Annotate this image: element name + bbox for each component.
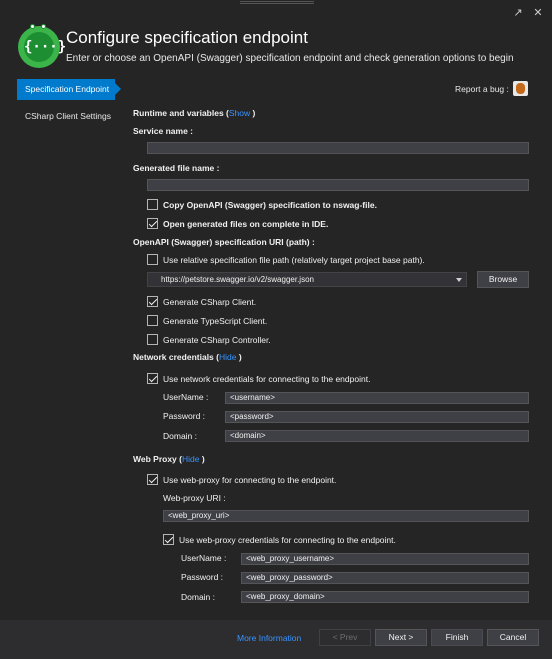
web-proxy-uri-input[interactable]: <web_proxy_uri> — [163, 510, 529, 522]
copy-spec-label: Copy OpenAPI (Swagger) specification to … — [163, 200, 377, 210]
proxy-password-label: Password : — [181, 572, 224, 582]
proxy-username-input[interactable]: <web_proxy_username> — [241, 553, 529, 565]
wizard-footer: More Information < Prev Next > Finish Ca… — [0, 620, 552, 659]
page-subtitle: Enter or choose an OpenAPI (Swagger) spe… — [66, 53, 514, 64]
generate-typescript-client-checkbox[interactable] — [147, 315, 158, 326]
nav-item-csharp-client-settings[interactable]: CSharp Client Settings — [25, 111, 111, 121]
use-proxy-credentials-checkbox[interactable] — [163, 534, 174, 545]
use-web-proxy-label: Use web-proxy for connecting to the endp… — [163, 475, 337, 485]
spec-uri-value: https://petstore.swagger.io/v2/swagger.j… — [161, 275, 314, 284]
web-proxy-heading: Web Proxy (Hide ) — [133, 454, 205, 464]
next-button[interactable]: Next > — [375, 629, 427, 646]
runtime-show-link[interactable]: Show — [229, 108, 250, 118]
use-proxy-credentials-label: Use web-proxy credentials for connecting… — [179, 535, 396, 545]
network-password-label: Password : — [163, 411, 206, 421]
network-domain-input[interactable]: <domain> — [225, 430, 529, 442]
copy-spec-checkbox[interactable] — [147, 199, 158, 210]
service-name-label: Service name : — [133, 126, 194, 136]
bug-icon[interactable] — [513, 81, 528, 96]
generate-csharp-client-checkbox[interactable] — [147, 296, 158, 307]
generated-file-name-label: Generated file name : — [133, 163, 220, 173]
open-generated-checkbox[interactable] — [147, 218, 158, 229]
generate-typescript-client-label: Generate TypeScript Client. — [163, 316, 268, 326]
generate-csharp-controller-checkbox[interactable] — [147, 334, 158, 345]
spec-uri-heading: OpenAPI (Swagger) specification URI (pat… — [133, 237, 315, 247]
prev-button[interactable]: < Prev — [319, 629, 371, 646]
network-credentials-heading: Network credentials (Hide ) — [133, 352, 242, 362]
use-web-proxy-checkbox[interactable] — [147, 474, 158, 485]
network-password-input[interactable]: <password> — [225, 411, 529, 423]
spec-uri-combobox[interactable]: https://petstore.swagger.io/v2/swagger.j… — [147, 272, 467, 287]
report-bug-label: Report a bug : — [455, 84, 509, 94]
use-network-credentials-checkbox[interactable] — [147, 373, 158, 384]
proxy-hide-link[interactable]: Hide — [182, 454, 199, 464]
open-generated-label: Open generated files on complete in IDE. — [163, 219, 329, 229]
more-information-link[interactable]: More Information — [237, 633, 301, 643]
network-domain-label: Domain : — [163, 431, 198, 441]
proxy-domain-label: Domain : — [181, 592, 216, 602]
network-username-label: UserName : — [163, 392, 209, 402]
generate-csharp-client-label: Generate CSharp Client. — [163, 297, 257, 307]
title-bar[interactable]: ↗ ✕ — [0, 0, 552, 26]
generated-file-name-input[interactable] — [147, 179, 529, 191]
use-network-credentials-label: Use network credentials for connecting t… — [163, 374, 371, 384]
web-proxy-uri-label: Web-proxy URI : — [163, 493, 226, 503]
finish-button[interactable]: Finish — [431, 629, 483, 646]
runtime-variables-heading: Runtime and variables (Show ) — [133, 108, 256, 118]
chevron-down-icon[interactable] — [456, 278, 462, 282]
pin-icon[interactable]: ↗ — [511, 6, 525, 20]
browse-button[interactable]: Browse — [477, 271, 529, 288]
generate-csharp-controller-label: Generate CSharp Controller. — [163, 335, 271, 345]
cancel-button[interactable]: Cancel — [487, 629, 539, 646]
page-title: Configure specification endpoint — [66, 28, 308, 47]
proxy-password-input[interactable]: <web_proxy_password> — [241, 572, 529, 584]
nswag-logo-icon: {···} — [18, 24, 66, 68]
use-relative-path-label: Use relative specification file path (re… — [163, 255, 425, 265]
proxy-username-label: UserName : — [181, 553, 227, 563]
proxy-domain-input[interactable]: <web_proxy_domain> — [241, 591, 529, 603]
nav-item-specification-endpoint[interactable]: Specification Endpoint — [17, 79, 121, 100]
close-icon[interactable]: ✕ — [531, 6, 545, 20]
network-username-input[interactable]: <username> — [225, 392, 529, 404]
logo-glyph: {···} — [24, 32, 66, 62]
use-relative-path-checkbox[interactable] — [147, 254, 158, 265]
service-name-input[interactable] — [147, 142, 529, 154]
network-hide-link[interactable]: Hide — [219, 352, 236, 362]
drag-grip[interactable] — [240, 1, 314, 4]
